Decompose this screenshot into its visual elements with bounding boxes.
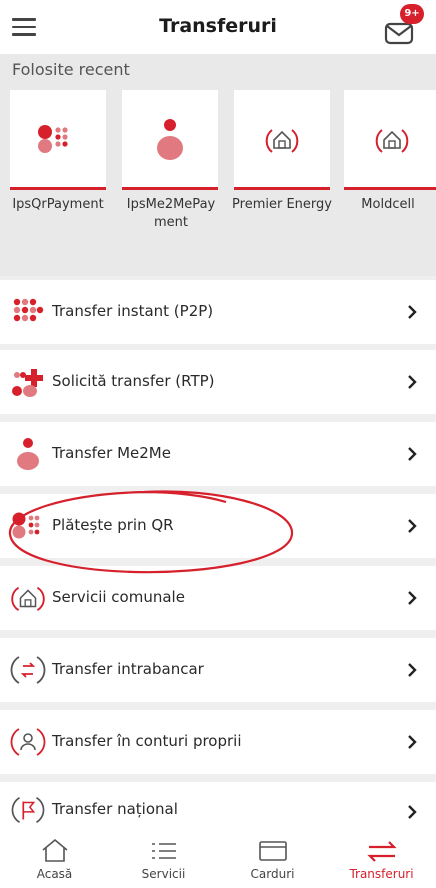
list-item-utilities[interactable]: Servicii comunale xyxy=(0,566,436,630)
me2me-person-icon xyxy=(10,436,46,472)
list-item-label: Transfer instant (P2P) xyxy=(52,302,214,320)
top-bar: Transferuri 9+ xyxy=(0,0,436,54)
qr-dots-icon xyxy=(10,508,46,544)
notifications-button[interactable]: 9+ xyxy=(382,4,428,50)
recent-card-ipsme2mepayment[interactable] xyxy=(122,90,218,190)
tab-label: Carduri xyxy=(250,867,295,881)
list-item-national-transfer[interactable]: Transfer național xyxy=(0,782,436,833)
tab-label: Acasă xyxy=(36,867,73,881)
transfer-arrows-icon xyxy=(327,838,436,864)
own-accounts-icon xyxy=(10,724,46,760)
list-item-label: Servicii comunale xyxy=(52,588,185,606)
recent-label: Premier Energy xyxy=(232,197,332,212)
bottom-tab-bar: Acasă Servicii Carduri Transferuri xyxy=(0,833,436,888)
tab-label: Transferuri xyxy=(349,867,414,881)
chevron-right-icon xyxy=(408,805,417,819)
recent-card-moldcell[interactable] xyxy=(344,90,436,190)
chevron-right-icon xyxy=(408,305,417,319)
list-item-intrabank[interactable]: Transfer intrabancar xyxy=(0,638,436,702)
chevron-right-icon xyxy=(408,663,417,677)
list-item-label: Transfer în conturi proprii xyxy=(52,732,242,750)
page-title: Transferuri xyxy=(159,15,277,37)
house-icon xyxy=(10,580,46,616)
tab-home[interactable]: Acasă xyxy=(0,833,109,888)
list-item-request-transfer[interactable]: Solicită transfer (RTP) xyxy=(0,350,436,414)
list-item-label: Transfer național xyxy=(52,800,178,818)
chevron-right-icon xyxy=(408,447,417,461)
chevron-right-icon xyxy=(408,519,417,533)
qr-dots-icon xyxy=(10,116,106,162)
home-icon xyxy=(0,838,109,864)
dots-grid-icon xyxy=(10,294,46,330)
notification-badge: 9+ xyxy=(400,4,424,24)
house-icon xyxy=(344,116,436,162)
recent-section: Folosite recent IpsQrPayment IpsMe2MePay… xyxy=(0,54,436,276)
me2me-person-icon xyxy=(122,116,218,162)
card-icon xyxy=(218,838,327,864)
recent-card-ipsqrpayment[interactable] xyxy=(10,90,106,190)
app-screen: Transferuri 9+ Folosite recent IpsQrPaym… xyxy=(0,0,436,888)
flag-icon xyxy=(10,792,46,828)
recent-label: IpsMe2MePay ment xyxy=(126,197,216,230)
house-icon xyxy=(234,116,330,162)
swap-arrows-icon xyxy=(10,652,46,688)
list-item-label: Plătește prin QR xyxy=(52,516,174,534)
recent-title: Folosite recent xyxy=(12,60,130,79)
recent-card-premier-energy[interactable] xyxy=(234,90,330,190)
list-item-label: Transfer Me2Me xyxy=(52,444,171,462)
list-item-transfer-me2me[interactable]: Transfer Me2Me xyxy=(0,422,436,486)
tab-cards[interactable]: Carduri xyxy=(218,833,327,888)
rtp-plus-icon xyxy=(10,364,46,400)
tab-label: Servicii xyxy=(141,867,186,881)
chevron-right-icon xyxy=(408,591,417,605)
list-item-pay-qr[interactable]: Plătește prin QR xyxy=(0,494,436,558)
list-icon xyxy=(109,838,218,864)
list-item-label: Solicită transfer (RTP) xyxy=(52,372,215,390)
chevron-right-icon xyxy=(408,735,417,749)
tab-transfers[interactable]: Transferuri xyxy=(327,833,436,888)
list-item-label: Transfer intrabancar xyxy=(52,660,204,678)
list-item-own-accounts[interactable]: Transfer în conturi proprii xyxy=(0,710,436,774)
chevron-right-icon xyxy=(408,375,417,389)
recent-label: IpsQrPayment xyxy=(12,197,104,212)
tab-services[interactable]: Servicii xyxy=(109,833,218,888)
list-item-transfer-instant[interactable]: Transfer instant (P2P) xyxy=(0,280,436,344)
recent-label: Moldcell xyxy=(361,197,415,212)
